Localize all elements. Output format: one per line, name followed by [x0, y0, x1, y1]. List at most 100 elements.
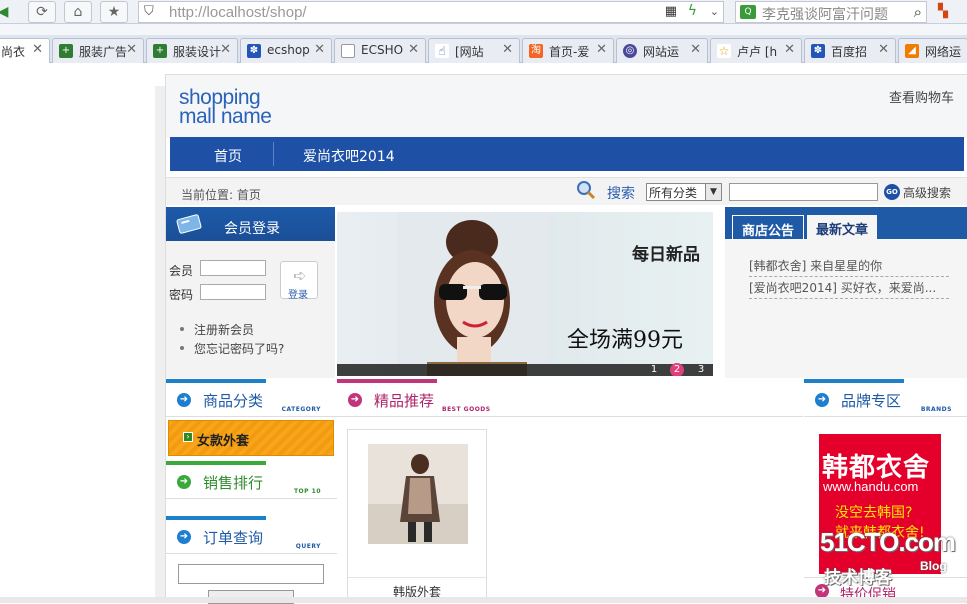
login-button-label: 登录 [288, 290, 308, 301]
tab-favicon: ✽ [811, 44, 825, 58]
brands-title: 品牌专区 [841, 392, 902, 410]
goods-card[interactable]: 韩版外套 [347, 429, 487, 603]
apps-icon[interactable]: ▚ [938, 4, 948, 19]
magnifier-icon [577, 181, 596, 200]
watermark-line3: Blog [920, 559, 947, 573]
tab-latest-articles[interactable]: 最新文章 [807, 215, 878, 239]
tab-5[interactable]: ☝ [网站 ✕ [428, 38, 520, 63]
order-panel: ➜ 订单查询 QUERY [166, 516, 337, 604]
tab-2[interactable]: + 服装设计 ✕ [146, 38, 238, 63]
search-icon[interactable]: ⌕ [914, 3, 922, 21]
panel-accent [804, 379, 904, 383]
star-icon[interactable]: ★ [100, 1, 128, 23]
notice-tabs: 商店公告 最新文章 [725, 207, 967, 239]
password-label: 密码 [169, 288, 194, 302]
category-panel-header: ➜ 商品分类 CATEGORY [166, 379, 337, 417]
username-input[interactable] [200, 260, 266, 276]
member-login-box: 会员登录 会员 密码 ➪ 登录 注册新会员 您忘记密码了吗? [166, 207, 335, 378]
login-button[interactable]: ➪ 登录 [280, 261, 318, 301]
close-icon[interactable]: ✕ [32, 42, 43, 57]
forgot-password-link[interactable]: 您忘记密码了吗? [179, 340, 284, 357]
main-nav: 首页 爱尚衣吧2014 [170, 137, 964, 171]
tab-8[interactable]: ☆ 卢卢 [h ✕ [710, 38, 802, 63]
hand-icon: ☝ [435, 44, 449, 58]
tab-store-notice[interactable]: 商店公告 [732, 215, 805, 239]
chevron-down-icon[interactable]: ⌄ [710, 5, 719, 18]
tab-3[interactable]: ✽ ecshop ✕ [240, 38, 332, 63]
password-input[interactable] [200, 284, 266, 300]
tab-10[interactable]: ◢ 网络运 [898, 38, 967, 63]
banner-page-2[interactable]: 2 [670, 363, 684, 376]
nav-item-shop[interactable]: 爱尚衣吧2014 [303, 146, 395, 166]
tab-favicon: + [59, 44, 73, 58]
site-watermark: 51CTO.com 技术博客 Blog [820, 527, 956, 587]
tab-0[interactable]: 尚衣 ✕ [0, 38, 50, 63]
banner-page-3[interactable]: 3 [694, 363, 708, 376]
best-goods-panel: ➜ 精品推荐 BEST GOODS 韩版外套 [337, 379, 803, 603]
panel-accent [337, 379, 437, 383]
close-icon[interactable]: ✕ [408, 42, 419, 57]
brands-header: ➜ 品牌专区 BRANDS [804, 379, 967, 417]
tab-6[interactable]: 淘首页-爱 ✕ [522, 38, 614, 63]
brand-slogan-1: 没空去韩国? [835, 505, 913, 521]
shield-icon: ⛉ [144, 4, 154, 19]
address-bar[interactable]: ⛉ http://localhost/shop/ ▦ ϟ ⌄ [138, 1, 724, 23]
tab-4[interactable]: ECSHO ✕ [334, 38, 426, 63]
article-link[interactable]: [爱尚衣吧2014] 买好衣，来爱尚... [749, 279, 949, 299]
member-card-icon [176, 214, 202, 234]
breadcrumb: 当前位置: 首页 [181, 188, 261, 202]
category-item-label: 女款外套 [197, 434, 250, 449]
advanced-search-link[interactable]: 高级搜索 [903, 184, 951, 201]
category-select[interactable]: 所有分类 ▼ [646, 183, 722, 201]
tab-1[interactable]: + 服装广告 ✕ [52, 38, 144, 63]
login-title: 会员登录 [224, 221, 280, 237]
logo-line2: mall name [179, 105, 272, 128]
close-icon[interactable]: ✕ [878, 42, 889, 57]
close-icon[interactable]: ✕ [502, 42, 513, 57]
order-title: 订单查询 [203, 529, 264, 547]
close-icon[interactable]: ✕ [690, 42, 701, 57]
qrcode-icon[interactable]: ▦ [665, 4, 677, 19]
lightning-icon[interactable]: ϟ [688, 3, 697, 19]
arrow-circle-icon: ➜ [177, 530, 191, 544]
top10-title: 销售排行 [203, 474, 264, 492]
home-icon[interactable]: ⌂ [64, 1, 92, 23]
order-number-input[interactable] [178, 564, 324, 584]
page-icon [341, 44, 355, 58]
tab-7[interactable]: ◎ 网站运 ✕ [616, 38, 708, 63]
browser-search[interactable]: Q 李克强谈阿富汗问题 ⌕ [735, 1, 927, 23]
panel-accent [166, 379, 266, 383]
globe-icon: ◎ [623, 44, 637, 58]
category-item[interactable]: › 女款外套 [168, 420, 334, 456]
site-logo[interactable]: shopping mall name [179, 87, 272, 128]
promo-banner[interactable]: 每日新品 全场满99元 1 2 3 [337, 212, 713, 376]
tab-9[interactable]: ✽ 百度招 ✕ [804, 38, 896, 63]
search-engine-icon[interactable]: Q [740, 5, 756, 19]
nav-item-home[interactable]: 首页 [214, 146, 242, 166]
best-goods-title: 精品推荐 [374, 392, 435, 410]
category-panel: ➜ 商品分类 CATEGORY › 女款外套 [166, 379, 337, 459]
register-link[interactable]: 注册新会员 [179, 321, 254, 338]
toolbar-spacer [0, 24, 967, 35]
close-icon[interactable]: ✕ [596, 42, 607, 57]
keyword-input[interactable] [729, 183, 878, 201]
close-icon[interactable]: ✕ [220, 42, 231, 57]
close-icon[interactable]: ✕ [784, 42, 795, 57]
chevron-down-icon[interactable]: ▼ [705, 184, 721, 200]
category-title: 商品分类 [203, 392, 264, 410]
best-goods-en: BEST GOODS [442, 406, 491, 413]
goods-image[interactable] [368, 444, 468, 544]
watermark-line2: 技术博客 [824, 568, 892, 587]
banner-page-1[interactable]: 1 [647, 363, 661, 376]
tab-favicon: ◢ [905, 44, 919, 58]
back-icon[interactable]: ◀ [0, 1, 14, 23]
search-go-button[interactable]: GO [884, 184, 900, 200]
banner-pager: 1 2 3 [337, 363, 713, 376]
horizontal-scrollbar[interactable] [0, 597, 967, 603]
order-en: QUERY [295, 543, 321, 550]
close-icon[interactable]: ✕ [314, 42, 325, 57]
view-cart-link[interactable]: 查看购物车 [889, 87, 954, 106]
close-icon[interactable]: ✕ [126, 42, 137, 57]
article-link[interactable]: [韩都衣舍] 来自星星的你 [749, 257, 949, 277]
refresh-icon[interactable]: ⟳ [28, 1, 56, 23]
